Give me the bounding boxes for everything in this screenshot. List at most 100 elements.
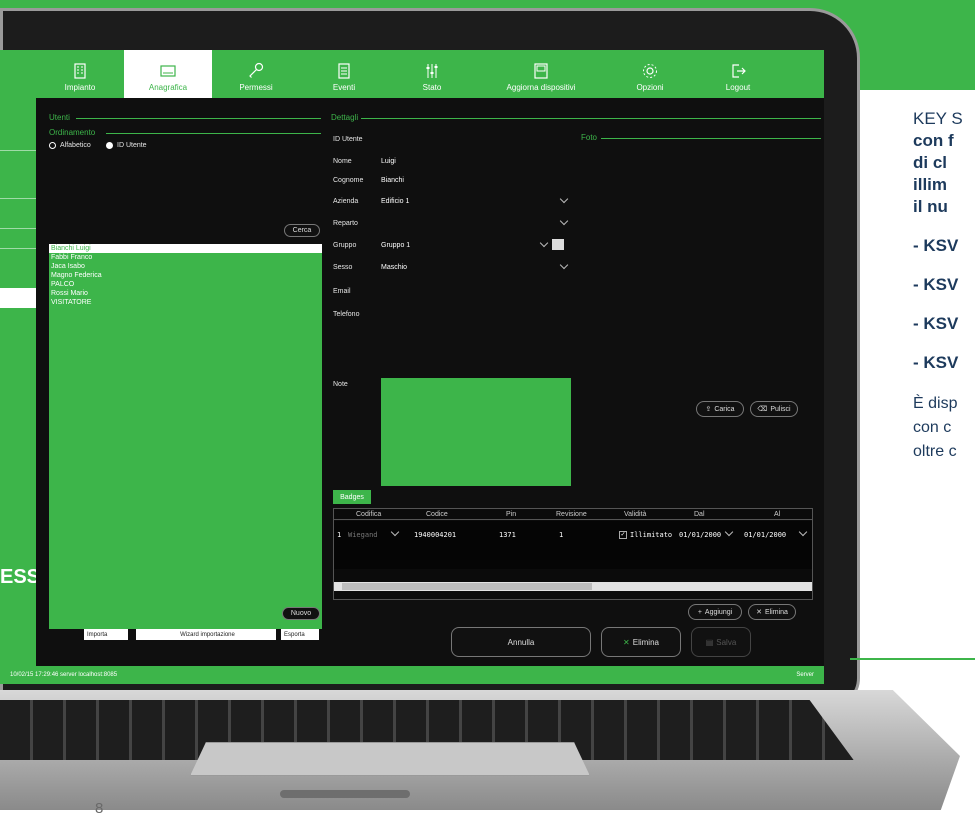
export-button[interactable]: Esporta (281, 629, 319, 640)
column-header: Al (774, 511, 781, 518)
chevron-down-icon (390, 527, 400, 537)
row-index: 1 (337, 531, 342, 539)
brochure-bullet: - KSV (913, 236, 959, 255)
cancel-button[interactable]: Annulla (451, 627, 591, 657)
photo-load-button[interactable]: ⇪ Carica (696, 401, 744, 417)
import-select[interactable]: Importa (84, 629, 128, 640)
close-icon: ✕ (623, 637, 630, 647)
radio-user-id-label: ID Utente (117, 142, 147, 149)
add-badge-button[interactable]: + Aggiungi (688, 604, 742, 620)
status-text: 10/02/15 17:29:46 server localhost:8085 (10, 672, 118, 678)
brochure-line: illim (913, 175, 948, 194)
notes-label: Note (333, 381, 348, 388)
nav-label: Permessi (239, 83, 273, 92)
surname-field[interactable]: Bianchi (381, 177, 404, 184)
brochure-bullet: - KSV (913, 314, 959, 333)
chevron-down-icon (559, 194, 569, 204)
group-edit-button[interactable] (552, 239, 564, 250)
nav-impianto[interactable]: Impianto (36, 50, 124, 98)
codice-cell: 1940004201 (414, 531, 457, 539)
table-row[interactable]: 1 Wiegand 1940004201 1371 1 ✓ Illimitato… (334, 521, 812, 569)
sex-select[interactable]: Maschio (381, 264, 407, 271)
nav-opzioni[interactable]: Opzioni (606, 50, 694, 98)
validity-cell: Illimitato (630, 531, 673, 539)
plus-icon: + (697, 608, 702, 616)
photo-section-title: Foto (581, 133, 598, 142)
codifica-select[interactable]: Wiegand (348, 531, 378, 539)
radio-alphabetic-label: Alfabetico (60, 142, 91, 149)
table-header: Codifica Codice Pin Revisione Validità D… (334, 509, 812, 520)
nav-stato[interactable]: Stato (388, 50, 476, 98)
scrollbar-thumb[interactable] (342, 583, 592, 590)
horizontal-scrollbar[interactable] (334, 582, 812, 591)
column-header: Codifica (356, 511, 382, 518)
column-header: Dal (694, 511, 705, 518)
company-select[interactable]: Edificio 1 (381, 198, 409, 205)
delete-badge-label: Elimina (764, 608, 788, 616)
list-item[interactable]: Rossi Mario (49, 289, 322, 298)
notes-textarea[interactable] (381, 378, 571, 486)
photo-load-label: Carica (714, 405, 735, 413)
save-button[interactable]: ▤ Salva (691, 627, 751, 657)
from-date-cell[interactable]: 01/01/2000 (679, 531, 721, 539)
nav-label: Stato (422, 83, 442, 92)
revision-cell: 1 (559, 531, 564, 539)
nav-eventi[interactable]: Eventi (300, 50, 388, 98)
chevron-down-icon (559, 260, 569, 270)
column-header: Codice (426, 511, 448, 518)
tab-badges[interactable]: Badges (333, 490, 371, 504)
server-status: Server (796, 672, 814, 678)
brochure-text: KEY S con f di cl illim il nu - KSV - KS… (913, 108, 975, 464)
group-label: Gruppo (333, 242, 357, 249)
brochure-line: il nu (913, 197, 948, 216)
list-item[interactable]: Magno Federica (49, 271, 322, 280)
radio-alphabetic[interactable] (49, 142, 56, 149)
list-item[interactable]: PALCO (49, 280, 322, 289)
page-number: 8 (95, 800, 104, 817)
company-label: Azienda (333, 198, 359, 205)
clear-icon: ⌫ (757, 406, 768, 413)
delete-badge-button[interactable]: ✕ Elimina (748, 604, 796, 620)
validity-checkbox[interactable]: ✓ (619, 531, 627, 539)
chevron-down-icon (539, 238, 549, 248)
name-label: Nome (333, 158, 352, 165)
list-item[interactable]: Fabbi Franco (49, 253, 322, 262)
nav-label: Aggiorna dispositivi (506, 83, 576, 92)
list-item[interactable]: Jaca Isabo (49, 262, 322, 271)
nav-aggiorna-dispositivi[interactable]: Aggiorna dispositivi (476, 50, 606, 98)
nav-anagrafica[interactable]: Anagrafica (124, 50, 212, 98)
wizard-label: Wizard importazione (180, 631, 235, 638)
save-label: Salva (716, 637, 737, 647)
nav-label: Anagrafica (148, 83, 188, 92)
chevron-down-icon (724, 527, 734, 537)
delete-user-button[interactable]: ✕ Elimina (601, 627, 681, 657)
search-button[interactable]: Cerca (284, 224, 320, 237)
brochure-paragraph: oltre c (913, 443, 957, 460)
brochure-line: KEY S (913, 109, 963, 128)
new-user-button[interactable]: Nuovo (282, 607, 320, 620)
list-item[interactable]: Bianchi Luigi (49, 244, 322, 253)
import-wizard-select[interactable]: Wizard importazione (136, 629, 276, 640)
list-item[interactable]: VISITATORE (49, 298, 322, 307)
export-label: Esporta (284, 631, 305, 638)
to-date-cell[interactable]: 01/01/2000 (744, 531, 786, 539)
brochure-line: di cl (913, 153, 948, 172)
upload-icon: ⇪ (705, 406, 712, 413)
nav-permessi[interactable]: Permessi (212, 50, 300, 98)
laptop-screen: Impianto Anagrafica Permessi Eventi Stat… (0, 50, 824, 684)
brochure-bullet: - KSV (913, 275, 959, 294)
radio-user-id[interactable] (106, 142, 113, 149)
key-icon (249, 62, 264, 78)
ordering-title: Ordinamento (49, 128, 96, 137)
logout-icon (732, 64, 746, 78)
save-icon: ▤ (705, 637, 714, 647)
group-select[interactable]: Gruppo 1 (381, 242, 410, 249)
nav-logout[interactable]: Logout (694, 50, 782, 98)
photo-clear-button[interactable]: ⌫ Pulisci (750, 401, 798, 417)
laptop-notch (280, 790, 410, 798)
users-section-title: Utenti (49, 113, 70, 122)
close-icon: ✕ (756, 609, 762, 616)
name-field[interactable]: Luigi (381, 158, 396, 165)
phone-label: Telefono (333, 311, 360, 318)
column-header: Revisione (556, 511, 587, 518)
